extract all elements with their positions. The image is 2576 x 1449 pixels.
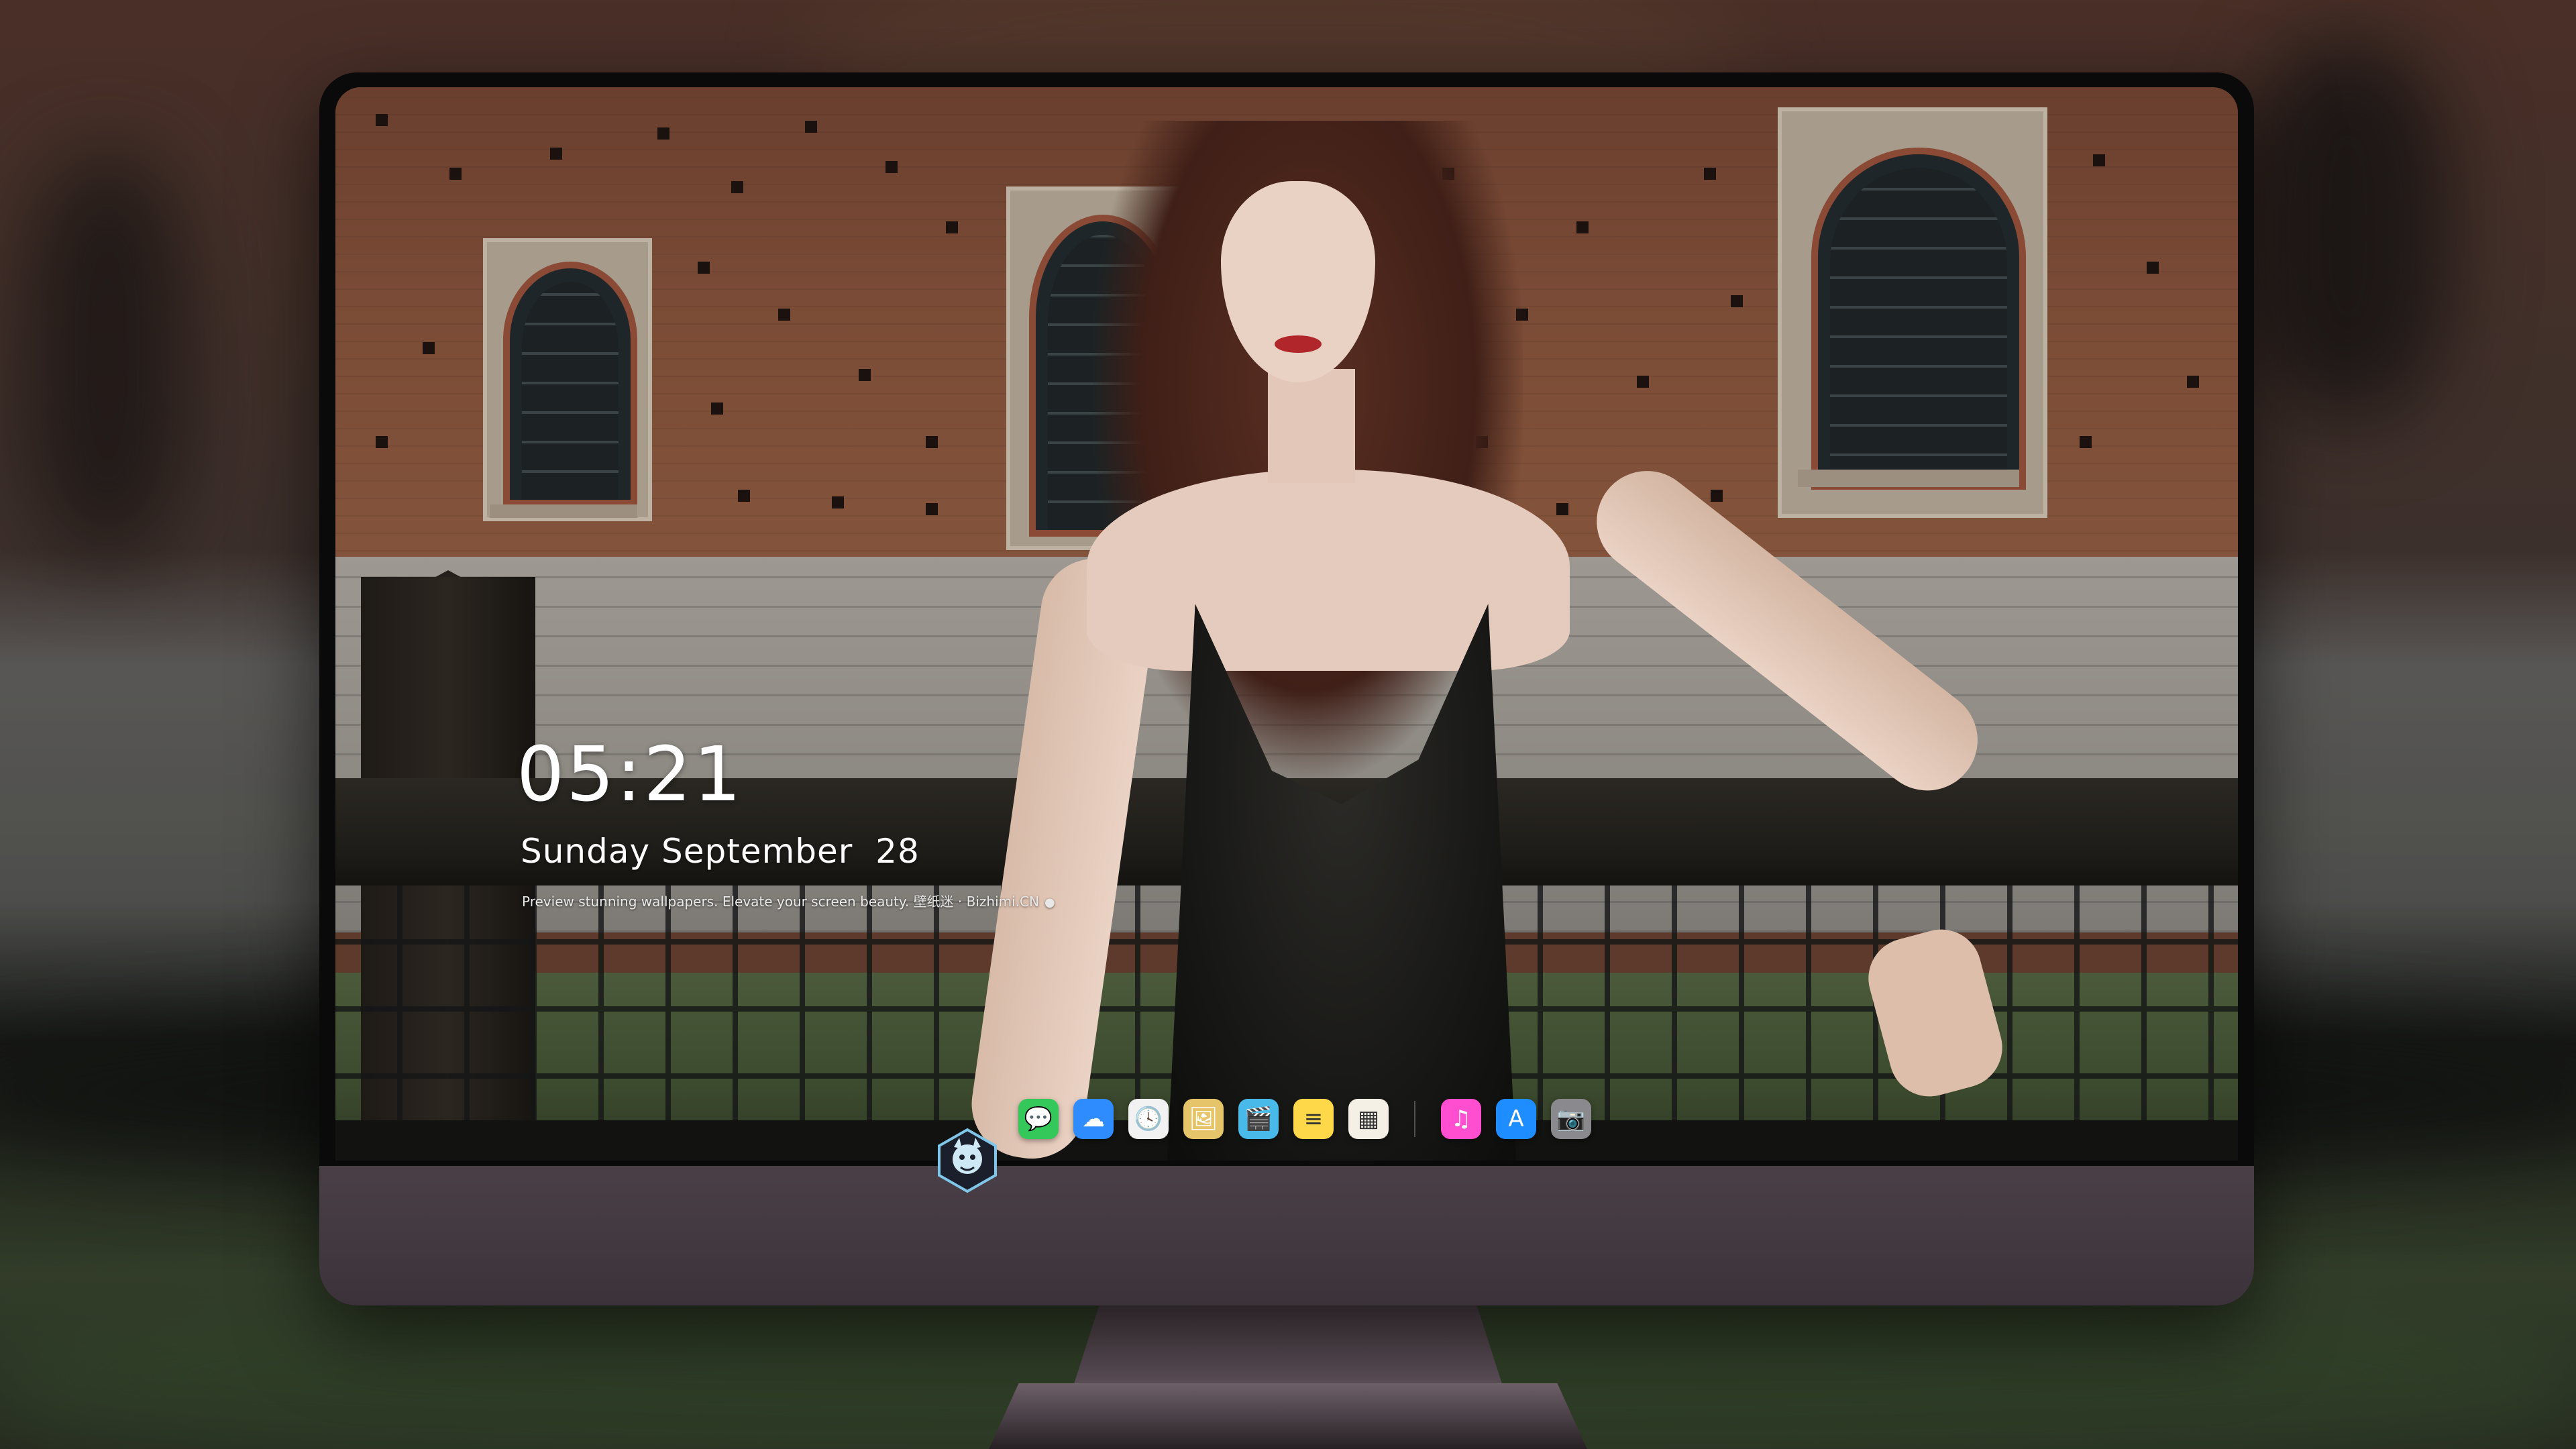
wallpaper-wall-hole bbox=[550, 148, 562, 160]
wallpaper-wall-hole bbox=[1556, 503, 1568, 515]
wallpaper-wall-hole bbox=[449, 168, 462, 180]
wallpaper-wall-hole bbox=[1731, 295, 1743, 307]
wallpaper-wall-hole bbox=[738, 490, 750, 502]
wallpaper-wall-hole bbox=[423, 342, 435, 354]
dock-separator bbox=[1414, 1101, 1415, 1137]
wallpaper-wall-hole bbox=[832, 496, 844, 508]
monitor-stand-base bbox=[989, 1383, 1587, 1449]
notes-icon[interactable]: ≡ bbox=[1293, 1099, 1334, 1139]
wallpaper-wall-hole bbox=[926, 436, 938, 448]
wallpaper-wall-hole bbox=[946, 221, 958, 233]
lock-screen-date: Sunday September 28 bbox=[521, 832, 920, 871]
wallpaper-wall-hole bbox=[731, 181, 743, 193]
clock-icon[interactable]: 🕓 bbox=[1128, 1099, 1169, 1139]
lock-screen-time: 05:21 bbox=[517, 731, 743, 818]
wallpaper-wall-hole bbox=[1704, 168, 1716, 180]
weather-icon[interactable]: ☁ bbox=[1073, 1099, 1114, 1139]
wallpaper-wall-hole bbox=[778, 309, 790, 321]
wallpaper-window bbox=[503, 262, 637, 506]
wallpaper-wall-hole bbox=[711, 402, 723, 415]
wallpaper-wall-hole bbox=[926, 503, 938, 515]
lock-screen-tagline[interactable]: Preview stunning wallpapers. Elevate you… bbox=[522, 891, 1055, 910]
wallpaper-wall-hole bbox=[376, 114, 388, 126]
photo-booth-icon[interactable]: ▦ bbox=[1348, 1099, 1389, 1139]
clips-icon[interactable]: 🎬 bbox=[1238, 1099, 1279, 1139]
monitor-stand-neck bbox=[1073, 1305, 1503, 1386]
wallpaper-wall-hole bbox=[1576, 221, 1589, 233]
wallpaper-wall-hole bbox=[1637, 376, 1649, 388]
music-icon[interactable]: ♫ bbox=[1441, 1099, 1481, 1139]
monitor: 05:21 Sunday September 28 Preview stunni… bbox=[319, 72, 2254, 1305]
messages-icon[interactable]: 💬 bbox=[1018, 1099, 1059, 1139]
lock-screen[interactable]: 05:21 Sunday September 28 Preview stunni… bbox=[335, 87, 2238, 1161]
wallpaper-wall-hole bbox=[805, 121, 817, 133]
wallpaper-wall-hole bbox=[1711, 490, 1723, 502]
monitor-chin bbox=[319, 1166, 2254, 1305]
wallpaper-woman-shoulders bbox=[1087, 470, 1570, 671]
microphone-icon[interactable]: ● bbox=[1044, 896, 1055, 910]
wallpaper-wall-hole bbox=[2187, 376, 2199, 388]
preview-icon[interactable]: 🖼 bbox=[1183, 1099, 1224, 1139]
wallpaper-wall-hole bbox=[657, 127, 669, 140]
wallpaper-woman-lips bbox=[1275, 335, 1322, 353]
wallpaper-wall-hole bbox=[2147, 262, 2159, 274]
wallpaper-wall-hole bbox=[698, 262, 710, 274]
wallpaper-woman-neck bbox=[1268, 369, 1355, 483]
wallpaper-wall-hole bbox=[2093, 154, 2105, 166]
wallpaper-wall-hole bbox=[2080, 436, 2092, 448]
dock: 💬 ☁ 🕓 🖼 🎬 ≡ ▦ ♫ A 📷 bbox=[1006, 1087, 1603, 1151]
tagline-text[interactable]: Preview stunning wallpapers. Elevate you… bbox=[522, 894, 1039, 910]
camera-icon[interactable]: 📷 bbox=[1551, 1099, 1591, 1139]
wallpaper-window bbox=[1811, 148, 2026, 490]
bizhimi-mascot-logo bbox=[938, 1128, 997, 1193]
wallpaper-wall-hole bbox=[376, 436, 388, 448]
wallpaper-wall-hole bbox=[859, 369, 871, 381]
app-store-icon[interactable]: A bbox=[1496, 1099, 1536, 1139]
wallpaper-wall-hole bbox=[885, 161, 898, 173]
